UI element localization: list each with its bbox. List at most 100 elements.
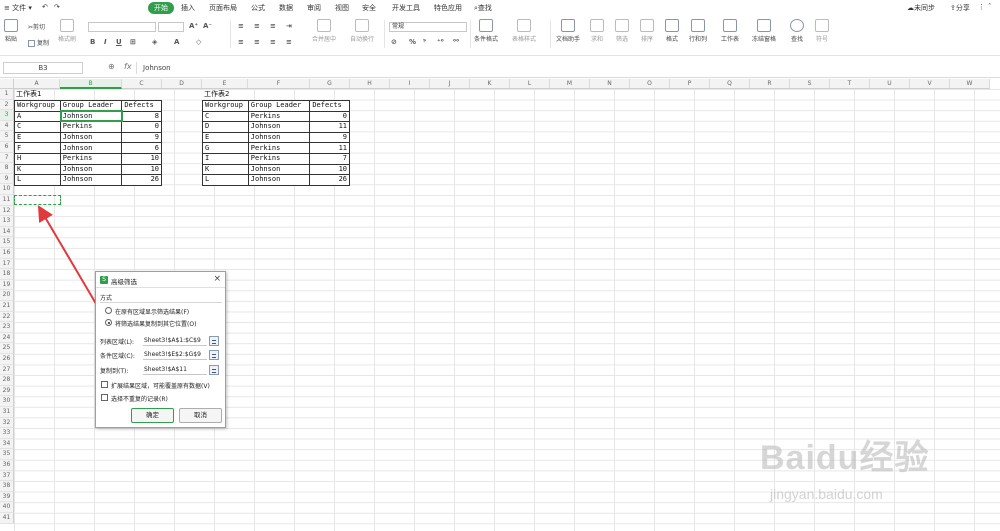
row-header-14[interactable]: 14 (0, 226, 14, 238)
column-header-q[interactable]: Q (710, 79, 750, 89)
table-cell[interactable]: Perkins (59, 121, 123, 133)
table-cell[interactable]: Perkins (247, 110, 311, 123)
name-box[interactable]: B3 (3, 62, 83, 74)
expand-checkbox[interactable] (101, 381, 108, 388)
row-header-32[interactable]: 32 (0, 417, 14, 429)
table-cell[interactable]: 11 (309, 142, 350, 154)
table-cell[interactable]: 26 (309, 174, 350, 186)
decrease-font-icon[interactable]: A⁻ (203, 22, 212, 30)
bold-icon[interactable]: B (90, 38, 95, 46)
table-cell[interactable]: 10 (121, 152, 162, 165)
criteria-input[interactable]: Sheet3!$E$2:$G$9 (143, 350, 207, 360)
table-cell[interactable]: E (202, 131, 249, 144)
column-header-p[interactable]: P (670, 79, 710, 89)
table-cell[interactable]: Perkins (247, 152, 311, 165)
sync-status[interactable]: ☁未同步 (907, 3, 935, 13)
table-cell[interactable]: 8 (121, 110, 162, 123)
table-cell[interactable]: 6 (121, 142, 162, 154)
row-header-9[interactable]: 9 (0, 173, 14, 185)
table-cell[interactable]: Johnson (59, 163, 123, 176)
file-menu[interactable]: ≡ 文件 ▾ (4, 3, 32, 13)
border-icon[interactable]: ⊞ (130, 38, 136, 46)
column-header-a[interactable]: A (14, 79, 60, 89)
table-cell[interactable]: Johnson (247, 131, 311, 144)
paste-button[interactable]: 粘贴 (4, 19, 18, 43)
column-header-e[interactable]: E (202, 79, 248, 89)
sheet2-title[interactable]: 工作表2 (202, 89, 231, 100)
row-header-28[interactable]: 28 (0, 375, 14, 386)
table-cell[interactable]: D (202, 121, 249, 133)
increase-decimal-icon[interactable]: ⁺⁰ (437, 38, 444, 46)
redo-icon[interactable]: ↷ (54, 3, 60, 11)
align-left-icon[interactable]: ≡ (238, 38, 244, 46)
table-cell[interactable]: Johnson (247, 121, 311, 133)
format-button[interactable]: 格式 (665, 19, 679, 43)
radio-copy-to[interactable] (105, 319, 112, 326)
tab-view[interactable]: 视图 (335, 3, 349, 13)
row-header-4[interactable]: 4 (0, 120, 14, 132)
table-header-cell[interactable]: Workgroup (202, 100, 249, 112)
align-center-icon[interactable]: ≡ (254, 38, 260, 46)
undo-icon[interactable]: ↶ (42, 3, 48, 11)
table-cell[interactable]: Johnson (59, 142, 123, 154)
italic-icon[interactable]: I (104, 38, 107, 46)
copy-button[interactable]: 复制 (28, 38, 49, 47)
table-cell[interactable]: 0 (121, 121, 162, 133)
tab-special[interactable]: 特色应用 (434, 3, 462, 13)
clear-format-icon[interactable]: ◇ (196, 38, 201, 46)
row-header-7[interactable]: 7 (0, 152, 14, 164)
table-cell[interactable]: L (14, 174, 61, 186)
column-header-m[interactable]: M (550, 79, 590, 89)
table-style-button[interactable]: 表格样式 (512, 19, 536, 43)
row-header-3[interactable]: 3 (0, 110, 14, 121)
row-header-41[interactable]: 41 (0, 513, 14, 524)
sheet1-title[interactable]: 工作表1 (14, 89, 43, 100)
table-cell[interactable]: H (14, 152, 61, 165)
row-header-19[interactable]: 19 (0, 279, 14, 291)
column-header-v[interactable]: V (910, 79, 950, 89)
indent-icon[interactable]: ⇥ (286, 22, 292, 30)
row-header-26[interactable]: 26 (0, 354, 14, 365)
number-format-select[interactable]: 常规 (389, 22, 467, 32)
row-header-30[interactable]: 30 (0, 396, 14, 407)
tab-home[interactable]: 开始 (148, 2, 174, 14)
ok-button[interactable]: 确定 (131, 408, 174, 423)
worksheet-button[interactable]: 工作表 (721, 19, 739, 43)
row-header-25[interactable]: 25 (0, 343, 14, 354)
row-header-13[interactable]: 13 (0, 216, 14, 227)
unique-checkbox[interactable] (101, 394, 108, 401)
font-color-icon[interactable]: A (174, 38, 179, 46)
row-header-1[interactable]: 1 (0, 89, 14, 100)
formula-input[interactable]: Johnson (136, 62, 996, 74)
table-cell[interactable]: I (202, 152, 249, 165)
row-header-40[interactable]: 40 (0, 502, 14, 513)
row-header-24[interactable]: 24 (0, 332, 14, 344)
column-header-n[interactable]: N (590, 79, 630, 89)
align-bottom-icon[interactable]: ≡ (270, 22, 276, 30)
table-cell[interactable]: 9 (309, 131, 350, 144)
column-header-h[interactable]: H (350, 79, 390, 89)
row-header-39[interactable]: 39 (0, 491, 14, 503)
row-header-33[interactable]: 33 (0, 428, 14, 439)
align-middle-icon[interactable]: ≡ (254, 22, 260, 30)
cut-button[interactable]: ✂剪切 (28, 22, 45, 31)
collapse-range-icon[interactable] (209, 365, 219, 375)
cancel-button[interactable]: 取消 (179, 408, 222, 423)
table-cell[interactable]: 11 (309, 121, 350, 133)
tab-developer[interactable]: 开发工具 (392, 3, 420, 13)
list-range-input[interactable]: Sheet3!$A$1:$C$9 (143, 336, 207, 346)
column-header-b[interactable]: B (60, 79, 122, 89)
table-cell[interactable]: Perkins (247, 142, 311, 154)
row-header-17[interactable]: 17 (0, 258, 14, 270)
table-cell[interactable]: G (202, 142, 249, 154)
column-header-c[interactable]: C (122, 79, 162, 89)
rows-cols-button[interactable]: 行和列 (689, 19, 707, 43)
zoom-icon[interactable]: ⊕ (108, 62, 115, 71)
table-cell[interactable]: L (202, 174, 249, 186)
column-header-i[interactable]: I (390, 79, 430, 89)
row-header-36[interactable]: 36 (0, 460, 14, 471)
table-cell[interactable]: C (202, 110, 249, 123)
row-header-37[interactable]: 37 (0, 470, 14, 482)
table-cell[interactable]: K (202, 163, 249, 176)
column-header-t[interactable]: T (830, 79, 870, 89)
